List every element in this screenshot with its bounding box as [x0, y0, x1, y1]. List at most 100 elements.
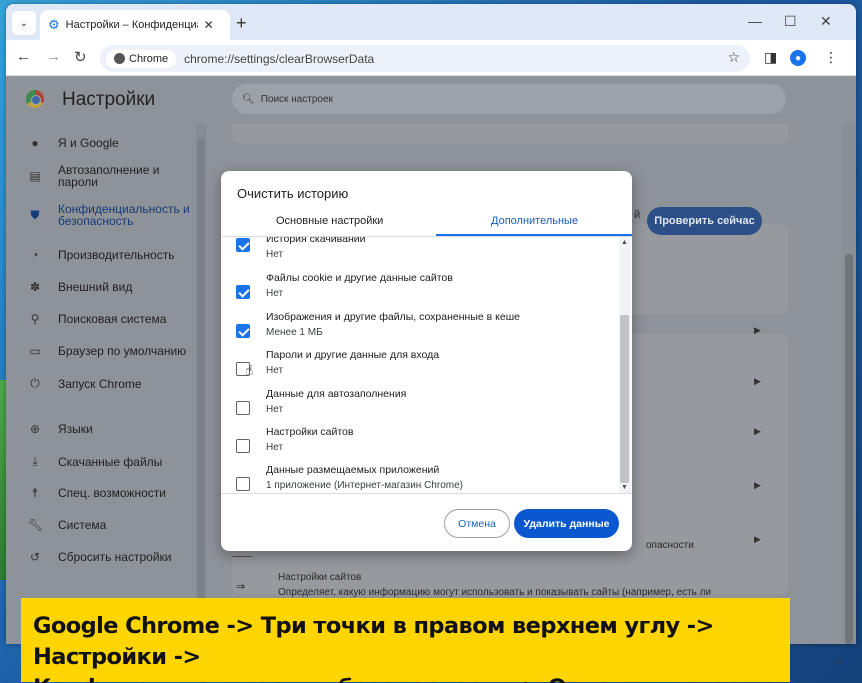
chevron-right-icon: ▶ — [754, 376, 761, 386]
tab-basic[interactable]: Основные настройки — [276, 215, 383, 227]
tab-advanced[interactable]: Дополнительные — [491, 215, 578, 227]
list-item[interactable]: Изображения и другие файлы, сохраненные … — [221, 306, 616, 344]
sidebar-item-default-browser[interactable]: ▭ Браузер по умолчанию — [28, 344, 186, 358]
back-arrow-icon[interactable]: ← — [16, 48, 31, 65]
item-label: Настройки сайтов — [266, 426, 354, 438]
page-scrollbar[interactable] — [842, 124, 856, 644]
bookmark-star-icon[interactable]: ☆ — [727, 49, 740, 66]
item-label: Пароли и другие данные для входа — [266, 349, 440, 361]
security-text-fragment: опасности — [646, 540, 694, 551]
item-sub: Нет — [266, 404, 284, 415]
item-sub: Нет — [266, 288, 284, 299]
sidebar-item-label: Поисковая система — [58, 312, 167, 326]
dialog-scrollbar[interactable]: ▲ ▼ — [619, 237, 631, 493]
item-label: Изображения и другие файлы, сохраненные … — [266, 311, 520, 323]
forward-arrow-icon[interactable]: → — [46, 48, 61, 65]
item-sub: Нет — [266, 365, 284, 376]
cancel-button[interactable]: Отмена — [444, 509, 510, 538]
close-window-button[interactable]: ✕ — [820, 13, 832, 30]
chevron-up-icon[interactable]: ^ — [836, 657, 842, 671]
sidebar-item-performance[interactable]: ◔ Производительность — [28, 248, 174, 262]
list-item[interactable]: История скачиваний Нет — [221, 237, 616, 267]
sidebar-item-reset[interactable]: ↺ Сбросить настройки — [28, 550, 172, 564]
sidebar-item-label: Система — [58, 518, 107, 532]
list-item[interactable]: Настройки сайтов Нет — [221, 421, 616, 459]
sidebar-item-label: Внешний вид — [58, 280, 133, 294]
delete-data-button[interactable]: Удалить данные — [514, 509, 619, 538]
list-item[interactable]: Данные размещаемых приложений 1 приложен… — [221, 459, 616, 493]
gear-icon: ⚙ — [48, 17, 60, 32]
sidebar-item-privacy[interactable]: ⛊ Конфиденциальность и безопасность — [28, 203, 189, 227]
address-bar[interactable]: Chrome chrome://settings/clearBrowserDat… — [100, 45, 750, 72]
power-icon: ⏻ — [30, 376, 40, 390]
sidebar-item-system[interactable]: 🔧︎ Система — [28, 518, 106, 532]
list-item[interactable]: Данные для автозаполнения Нет — [221, 383, 616, 421]
checkbox-download-history[interactable] — [236, 238, 250, 252]
item-sub: 1 приложение (Интернет-магазин Chrome) — [266, 480, 463, 491]
close-tab-icon[interactable]: ✕ — [204, 18, 214, 32]
sidebar-item-label: Автозаполнение и пароли — [58, 163, 160, 189]
avatar-icon: ● — [790, 50, 806, 66]
scroll-up-icon[interactable]: ▲ — [621, 239, 628, 246]
sidebar-item-on-startup[interactable]: ⏻ Запуск Chrome — [28, 376, 142, 391]
tab-search-button[interactable]: ⌄ — [12, 11, 36, 35]
reload-icon[interactable]: ↻ — [74, 48, 87, 66]
sidebar-item-label: Производительность — [58, 248, 175, 262]
site-settings-description: Определяет, какую информацию могут испол… — [278, 587, 712, 598]
site-chip[interactable]: Chrome — [106, 49, 177, 68]
safety-check-text: й — [634, 209, 641, 221]
item-sub: Менее 1 МБ — [266, 327, 323, 338]
minimize-button[interactable]: — — [748, 13, 762, 29]
dialog-title: Очистить историю — [237, 186, 349, 201]
dialog-scrollbar-thumb[interactable] — [620, 315, 629, 483]
sidebar-item-label: Я и Google — [58, 136, 119, 150]
sidebar-item-accessibility[interactable]: ☨ Спец. возможности — [28, 486, 166, 500]
item-label: Файлы cookie и другие данные сайтов — [266, 272, 453, 284]
sidebar-item-appearance[interactable]: ✽ Внешний вид — [28, 280, 132, 294]
profile-button[interactable]: ● — [790, 50, 806, 66]
sidebar-item-autofill[interactable]: ▤ Автозаполнение и пароли — [28, 164, 159, 188]
checkbox-cookies[interactable] — [236, 285, 250, 299]
sidebar-item-downloads[interactable]: ⤓ Скачанные файлы — [28, 454, 162, 469]
checkbox-hosted-app-data[interactable] — [236, 477, 250, 491]
item-label: Данные для автозаполнения — [266, 388, 407, 400]
check-now-button[interactable]: Проверить сейчас — [647, 207, 762, 235]
settings-search-input[interactable]: 🔍︎ Поиск настроек — [232, 84, 786, 114]
sidebar: ● Я и Google ▤ Автозаполнение и пароли ⛊… — [6, 124, 206, 644]
download-icon: ⤓ — [32, 454, 38, 468]
item-label: Данные размещаемых приложений — [266, 464, 440, 476]
toolbar: ← → ↻ Chrome chrome://settings/clearBrow… — [6, 40, 856, 76]
list-item[interactable]: Файлы cookie и другие данные сайтов Нет — [221, 267, 616, 305]
tab-title: Настройки – Конфиденциальн — [65, 19, 198, 31]
site-chip-label: Chrome — [129, 52, 169, 65]
new-tab-button[interactable]: + — [236, 13, 247, 34]
search-placeholder: Поиск настроек — [260, 93, 333, 105]
maximize-button[interactable]: ☐ — [784, 13, 797, 30]
scroll-down-icon[interactable]: ▼ — [621, 484, 628, 491]
sidebar-item-label: Спец. возможности — [58, 486, 166, 500]
list-item[interactable]: Пароли и другие данные для входа Нет — [221, 344, 616, 382]
sidebar-item-languages[interactable]: ⊕ Языки — [28, 422, 93, 436]
settings-card — [232, 124, 788, 144]
sidebar-item-you-and-google[interactable]: ● Я и Google — [28, 136, 119, 150]
chrome-icon — [114, 53, 125, 64]
tab-settings[interactable]: ⚙ Настройки – Конфиденциальн ✕ — [40, 10, 230, 40]
shield-icon: ⛊ — [30, 207, 40, 222]
caption-line-2: Конфиденциальность и безопасность -> Очи… — [33, 673, 790, 683]
side-panel-icon[interactable]: ◨ — [764, 49, 777, 66]
page-scrollbar-thumb[interactable] — [845, 254, 853, 644]
chevron-right-icon: ▶ — [754, 534, 761, 544]
sidebar-item-label: Языки — [58, 422, 93, 436]
sidebar-scrollbar-thumb[interactable] — [197, 138, 205, 638]
sidebar-item-search-engine[interactable]: ⚲ Поисковая система — [28, 312, 167, 326]
person-icon: ● — [31, 136, 39, 150]
checkbox-site-settings[interactable] — [236, 439, 250, 453]
item-sub: Нет — [266, 249, 284, 260]
checkbox-autofill[interactable] — [236, 401, 250, 415]
browser-icon: ▭ — [29, 344, 41, 358]
checkbox-cache[interactable] — [236, 324, 250, 338]
divider — [232, 556, 252, 557]
more-menu-icon[interactable]: ⋮ — [824, 49, 838, 66]
sidebar-item-label: Запуск Chrome — [58, 376, 142, 391]
accessibility-icon: ☨ — [31, 486, 39, 500]
